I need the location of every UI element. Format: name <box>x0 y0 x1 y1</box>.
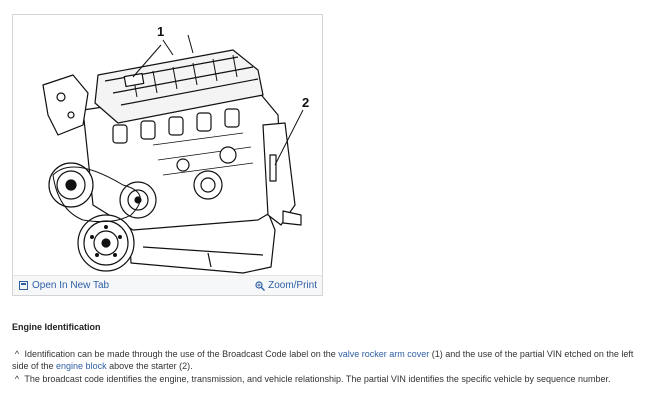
bullet-text: above the starter (2). <box>106 361 193 371</box>
bullet-mark: ^ <box>14 374 20 384</box>
zoom-print-label: Zoom/Print <box>268 280 317 291</box>
figure-toolbar: Open In New Tab Zoom/Print <box>13 275 322 295</box>
open-in-new-tab-label: Open In New Tab <box>32 280 110 291</box>
open-in-new-tab-link[interactable]: Open In New Tab <box>19 280 109 291</box>
valve-rocker-arm-cover-link[interactable]: valve rocker arm cover <box>338 349 429 359</box>
engine-block-link[interactable]: engine block <box>56 361 107 371</box>
bullet-mark: ^ <box>14 349 20 359</box>
callout-2: 2 <box>302 95 309 110</box>
engine-illustration: 1 2 <box>42 24 309 274</box>
section-title: Engine Identification <box>12 322 101 332</box>
bullet-list: ^ Identification can be made through the… <box>12 348 642 386</box>
bullet-item: ^ Identification can be made through the… <box>12 348 642 372</box>
bullet-text: The broadcast code identifies the engine… <box>24 374 611 384</box>
bullet-item: ^ The broadcast code identifies the engi… <box>12 373 642 385</box>
callout-1: 1 <box>157 24 164 39</box>
open-in-new-tab-icon <box>19 281 28 290</box>
engine-figure: 1 2 Open In New Tab Zoom/Print <box>12 14 323 296</box>
zoom-print-link[interactable]: Zoom/Print <box>255 280 317 291</box>
magnifier-zoom-icon <box>255 280 266 291</box>
bullet-text: Identification can be made through the u… <box>24 349 339 359</box>
